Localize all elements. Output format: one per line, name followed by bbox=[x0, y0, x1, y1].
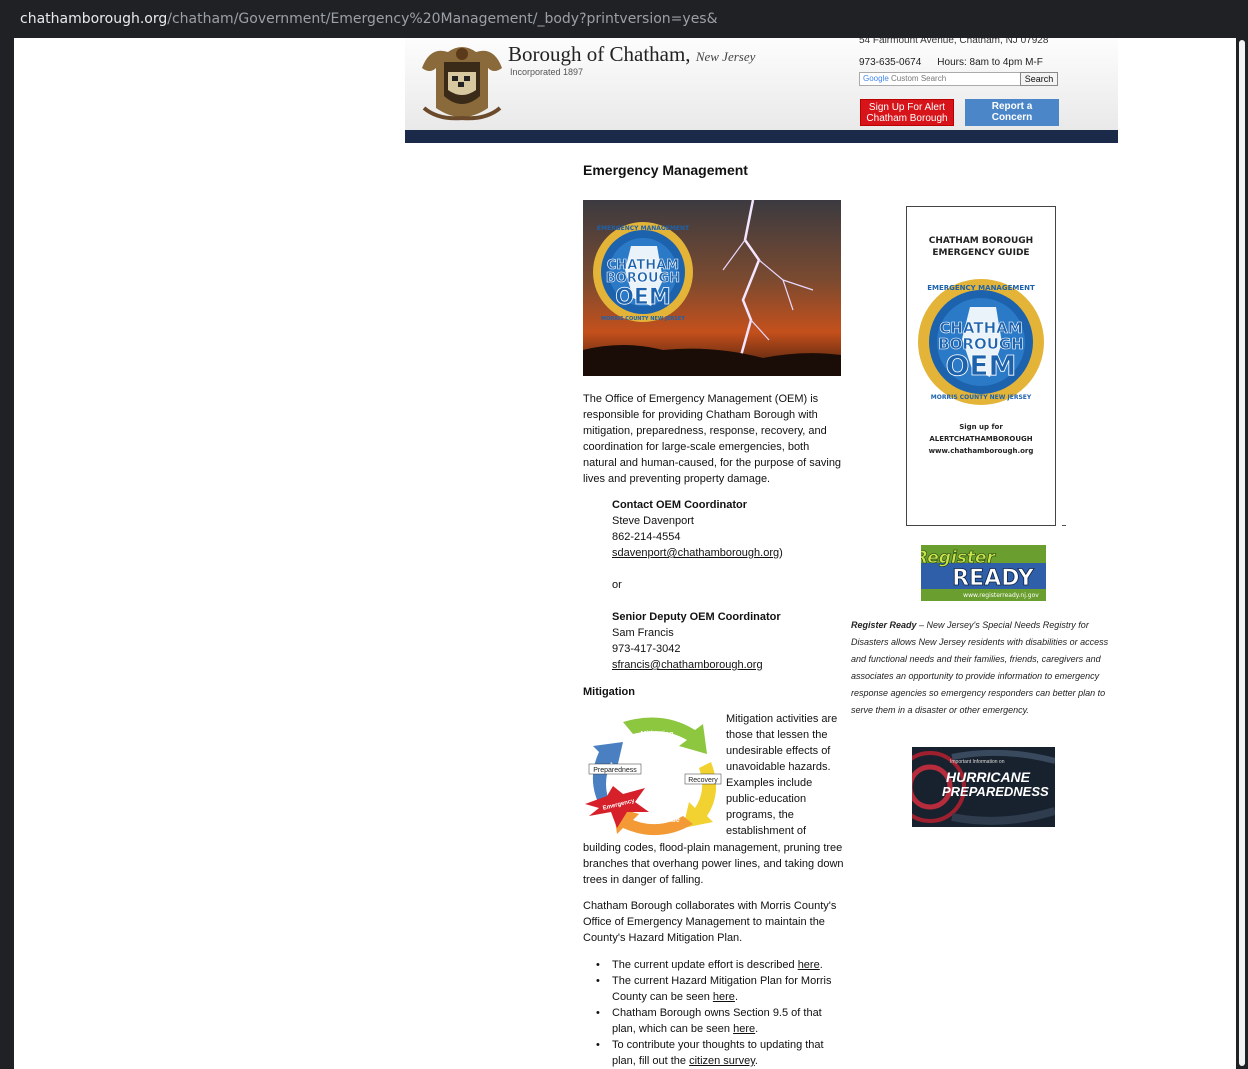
url-path: /chatham/Government/Emergency%20Manageme… bbox=[167, 11, 718, 27]
hero-arc-top: EMERGENCY MANAGEMENT bbox=[597, 225, 690, 232]
state-name: New Jersey bbox=[695, 49, 756, 64]
borough-name: Borough of Chatham, New Jersey bbox=[508, 42, 756, 66]
list-item: Chatham Borough owns Section 9.5 of that… bbox=[583, 1005, 847, 1037]
report-concern-button[interactable]: Report a Concern bbox=[965, 99, 1059, 126]
phone-number: 973-635-0674 bbox=[859, 57, 922, 68]
emergency-cycle-diagram: Mitigation Preparedness Recovery Respons… bbox=[585, 717, 722, 836]
borough-seal-icon bbox=[422, 47, 502, 121]
deputy-email-link[interactable]: sfrancis@chathamborough.org bbox=[612, 659, 763, 671]
scrollbar-thumb[interactable] bbox=[1239, 40, 1245, 1066]
contact-email-suffix: ) bbox=[779, 547, 783, 559]
oem-logo-icon: EMERGENCY MANAGEMENT CHATHAM BOROUGH OEM… bbox=[918, 279, 1044, 405]
hero-logo-line3: OEM bbox=[615, 285, 671, 310]
list-item: The current Hazard Mitigation Plan for M… bbox=[583, 973, 847, 1005]
register-url: www.registerready.nj.gov bbox=[963, 592, 1039, 599]
or-text: or bbox=[612, 579, 622, 591]
nav-bar bbox=[405, 130, 1118, 143]
url-domain: chathamborough.org bbox=[20, 11, 168, 27]
mitigation-text-continued: building codes, flood-plain management, … bbox=[583, 842, 844, 886]
incorporated-text: Incorporated 1897 bbox=[510, 67, 584, 77]
register-word: Register bbox=[921, 548, 997, 568]
deputy-title: Senior Deputy OEM Coordinator bbox=[612, 611, 781, 623]
contact-phone: 862-214-4554 bbox=[612, 531, 681, 543]
contact-email-link[interactable]: sdavenport@chathamborough.org bbox=[612, 547, 779, 559]
emergency-guide-banner[interactable]: CHATHAM BOROUGH EMERGENCY GUIDE EMERGENCY… bbox=[906, 206, 1056, 526]
guide-title: CHATHAM BOROUGH EMERGENCY GUIDE bbox=[928, 236, 1034, 258]
hero-logo-line2: BOROUGH bbox=[606, 271, 680, 286]
search-input[interactable]: Google Custom Search bbox=[859, 72, 1021, 86]
register-ready-name: Register Ready bbox=[851, 620, 917, 630]
hero-arc-bottom: MORRIS COUNTY NEW JERSEY bbox=[601, 316, 685, 322]
guide-logo-arc-top: EMERGENCY MANAGEMENT bbox=[927, 284, 1035, 292]
hurricane-title: HURRICANE bbox=[946, 769, 1030, 785]
update-effort-link[interactable]: here bbox=[798, 959, 820, 971]
guide-logo-line3: OEM bbox=[946, 349, 1017, 382]
guide-logo-arc-bottom: MORRIS COUNTY NEW JERSEY bbox=[931, 394, 1032, 401]
hazard-plan-list: The current update effort is described h… bbox=[583, 957, 847, 1069]
contact-title: Contact OEM Coordinator bbox=[612, 499, 748, 511]
intro-paragraph: The Office of Emergency Management (OEM)… bbox=[583, 393, 842, 485]
page-title: Emergency Management bbox=[583, 162, 748, 178]
alert-line-2: Chatham Borough bbox=[866, 113, 948, 124]
report-line-2: Concern bbox=[991, 112, 1033, 123]
contact-deputy-coordinator: Senior Deputy OEM Coordinator Sam Franci… bbox=[612, 609, 812, 673]
scrollbar[interactable] bbox=[1236, 38, 1248, 1069]
contact-info: 973-635-0674 Hours: 8am to 4pm M-F bbox=[859, 57, 1043, 68]
address-bar[interactable]: chathamborough.org/chatham/Government/Em… bbox=[0, 0, 1248, 38]
hurricane-preparedness-banner[interactable]: Important Information on HURRICANE PREPA… bbox=[912, 747, 1055, 827]
guide-signup-text: Sign up for ALERTCHATHAMBOROUGH www.chatha… bbox=[928, 423, 1034, 455]
mitigation-heading: Mitigation bbox=[583, 686, 635, 698]
preparedness-title: PREPAREDNESS bbox=[942, 784, 1049, 799]
address-text: 54 Fairmount Avenue, Chatham, NJ 07928 bbox=[859, 38, 1049, 46]
cycle-preparedness-label: Preparedness bbox=[593, 767, 637, 774]
google-label: Google bbox=[863, 74, 889, 83]
list-item: The current update effort is described h… bbox=[583, 957, 847, 973]
window-frame-left bbox=[0, 38, 14, 1069]
oem-lightning-image: EMERGENCY MANAGEMENT CHATHAM BOROUGH OEM… bbox=[583, 200, 841, 376]
mitigation-text: Mitigation activities are those that les… bbox=[726, 713, 838, 837]
contact-oem-coordinator: Contact OEM Coordinator Steve Davenport … bbox=[612, 497, 812, 561]
alert-signup-button[interactable]: Sign Up For Alert Chatham Borough bbox=[860, 99, 954, 126]
mitigation-plan-link[interactable]: here bbox=[713, 991, 735, 1003]
citizen-survey-link[interactable]: citizen survey bbox=[689, 1055, 755, 1067]
ready-word: READY bbox=[952, 566, 1035, 591]
deputy-phone: 973-417-3042 bbox=[612, 643, 681, 655]
search-button[interactable]: Search bbox=[1020, 72, 1058, 86]
divider bbox=[1062, 525, 1066, 526]
register-ready-logo[interactable]: Register READY www.registerready.nj.gov bbox=[921, 545, 1046, 601]
section-95-link[interactable]: here bbox=[733, 1023, 755, 1035]
cycle-response-label: Response bbox=[646, 817, 680, 824]
office-hours: Hours: 8am to 4pm M-F bbox=[937, 57, 1043, 68]
register-ready-description: Register Ready – New Jersey's Special Ne… bbox=[851, 620, 1109, 715]
list-item: To contribute your thoughts to updating … bbox=[583, 1037, 847, 1069]
cycle-recovery-label: Recovery bbox=[688, 777, 718, 784]
hurricane-small-text: Important Information on bbox=[950, 759, 1005, 765]
deputy-name: Sam Francis bbox=[612, 627, 674, 639]
search-placeholder: Custom Search bbox=[891, 74, 947, 83]
contact-name: Steve Davenport bbox=[612, 515, 694, 527]
collaboration-paragraph: Chatham Borough collaborates with Morris… bbox=[583, 900, 837, 944]
report-line-1: Report a bbox=[991, 101, 1033, 112]
cycle-mitigation-label: Mitigation bbox=[640, 731, 673, 738]
alert-line-1: Sign Up For Alert bbox=[868, 102, 946, 113]
